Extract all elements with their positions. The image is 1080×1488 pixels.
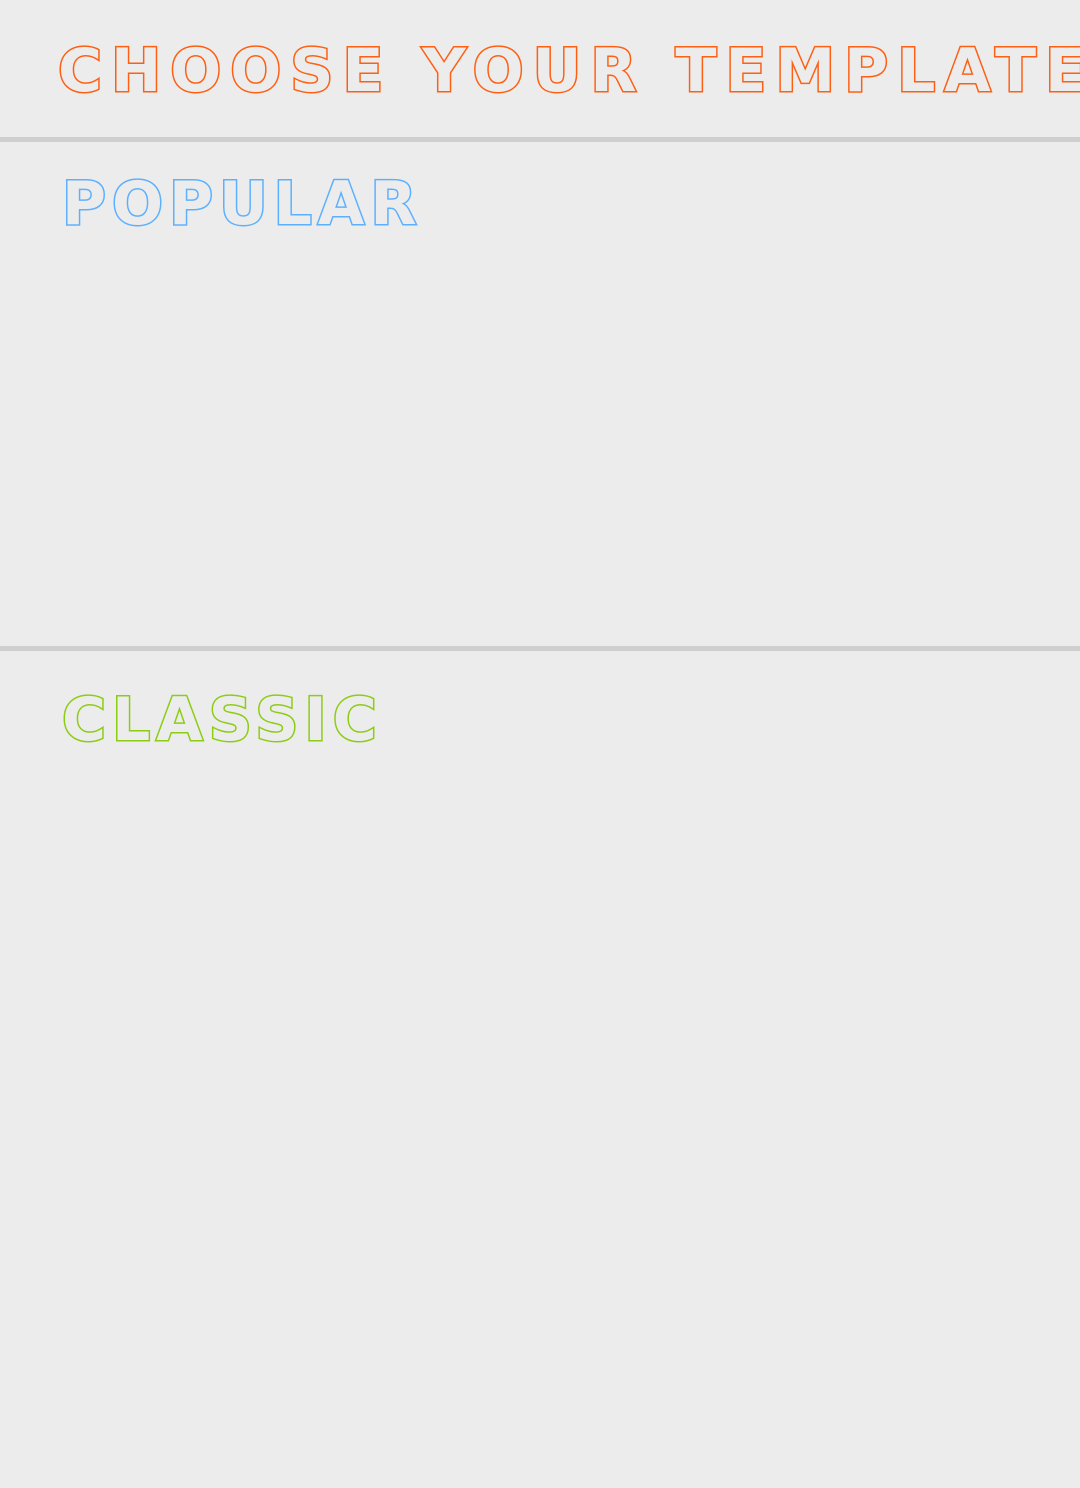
popular-section: POPULAR [0,142,1080,646]
classic-templates-list [62,771,1018,1468]
page-title: CHOOSE YOUR TEMPLATE! [56,35,1080,108]
popular-templates-list [62,252,1018,626]
classic-section-title: CLASSIC [61,684,383,757]
classic-section: CLASSIC [0,651,1080,1488]
page-header: CHOOSE YOUR TEMPLATE! [0,0,1080,138]
popular-section-title: POPULAR [61,168,423,241]
